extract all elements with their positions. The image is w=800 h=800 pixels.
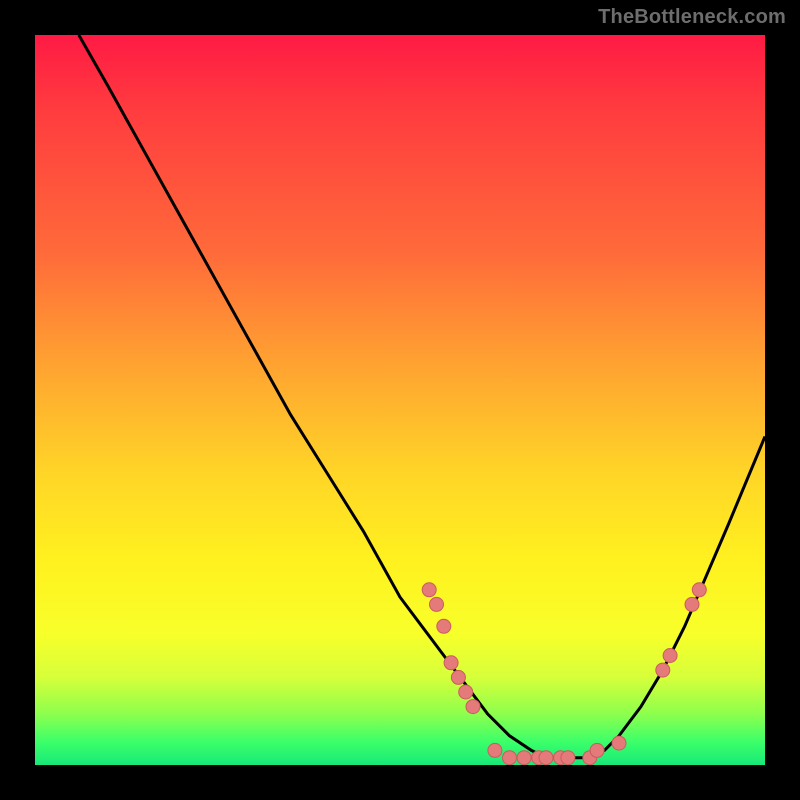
data-marker [503, 751, 517, 765]
data-marker [444, 656, 458, 670]
data-marker [517, 751, 531, 765]
data-marker [459, 685, 473, 699]
chart-frame: TheBottleneck.com [0, 0, 800, 800]
data-marker [656, 663, 670, 677]
data-marker [561, 751, 575, 765]
data-marker [692, 583, 706, 597]
data-marker [539, 751, 553, 765]
data-marker [685, 597, 699, 611]
bottleneck-curve [79, 35, 765, 758]
data-marker [466, 700, 480, 714]
data-marker [437, 619, 451, 633]
plot-area [35, 35, 765, 765]
data-marker [488, 743, 502, 757]
data-marker [451, 670, 465, 684]
data-marker [430, 597, 444, 611]
data-markers [422, 583, 706, 765]
data-marker [590, 743, 604, 757]
chart-svg [35, 35, 765, 765]
data-marker [422, 583, 436, 597]
data-marker [612, 736, 626, 750]
watermark-text: TheBottleneck.com [598, 6, 786, 29]
data-marker [663, 649, 677, 663]
